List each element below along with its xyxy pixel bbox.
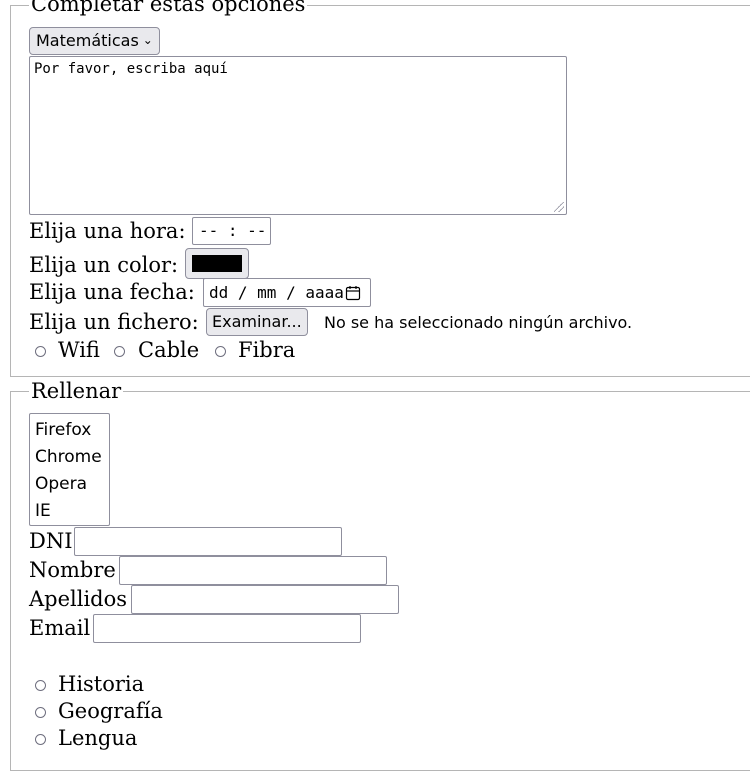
radio-historia[interactable] [35, 680, 46, 691]
radio-lengua-label: Lengua [58, 726, 138, 750]
fieldset-options-legend: Completar estas opciones [29, 0, 308, 16]
browser-listbox[interactable]: Firefox Chrome Opera IE [29, 413, 110, 526]
time-value: -- : -- [199, 221, 267, 240]
file-label: Elija un fichero: [29, 310, 199, 334]
time-input[interactable]: -- : -- [192, 217, 271, 245]
browser-option-ie[interactable]: IE [30, 498, 109, 525]
email-label: Email [29, 616, 91, 640]
color-label: Elija un color: [29, 253, 179, 277]
radio-fibra[interactable] [215, 346, 226, 357]
dni-label: DNI [29, 529, 73, 553]
calendar-icon[interactable] [345, 285, 361, 301]
browser-option-chrome[interactable]: Chrome [30, 444, 109, 471]
subject-select[interactable]: Matemáticas ⌄ [29, 27, 160, 55]
radio-lengua[interactable] [35, 734, 46, 745]
resize-grip-icon[interactable] [554, 202, 564, 212]
color-swatch [192, 255, 242, 272]
fieldset-fill-legend: Rellenar [29, 379, 124, 403]
radio-wifi[interactable] [35, 346, 46, 357]
radio-cable-label: Cable [138, 338, 200, 362]
browser-option-opera[interactable]: Opera [30, 471, 109, 498]
nombre-label: Nombre [29, 558, 116, 582]
browse-button[interactable]: Examinar... [206, 308, 308, 336]
radio-geografia-label: Geografía [58, 699, 163, 723]
radio-geografia[interactable] [35, 707, 46, 718]
apellidos-label: Apellidos [29, 587, 128, 611]
time-label: Elija una hora: [29, 219, 186, 243]
subject-select-value: Matemáticas [36, 31, 139, 50]
radio-wifi-label: Wifi [58, 338, 100, 362]
radio-fibra-label: Fibra [238, 338, 296, 362]
chevron-down-icon: ⌄ [142, 33, 153, 47]
file-status: No se ha seleccionado ningún archivo. [324, 313, 633, 332]
apellidos-input[interactable] [131, 585, 399, 614]
radio-cable[interactable] [114, 346, 125, 357]
color-picker-button[interactable] [185, 248, 249, 279]
nombre-input[interactable] [119, 556, 387, 585]
dni-input[interactable] [74, 527, 342, 556]
date-label: Elija una fecha: [29, 280, 195, 304]
radio-historia-label: Historia [58, 672, 145, 696]
textarea-value: Por favor, escriba aquí [34, 61, 228, 77]
comment-textarea[interactable]: Por favor, escriba aquí [29, 56, 567, 215]
browser-option-firefox[interactable]: Firefox [30, 417, 109, 444]
email-input[interactable] [93, 614, 361, 643]
date-input[interactable]: dd / mm / aaaa [203, 278, 371, 307]
date-value: dd / mm / aaaa [209, 283, 344, 302]
